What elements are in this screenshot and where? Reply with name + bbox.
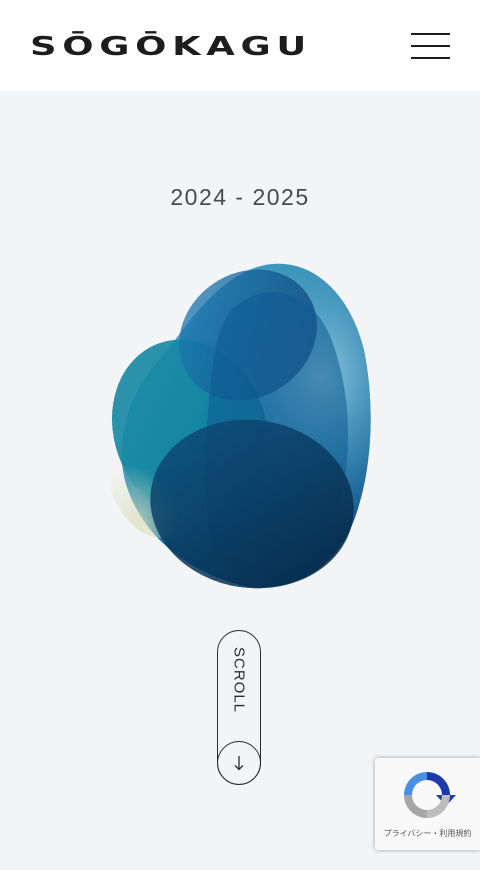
year-range: 2024 - 2025: [170, 184, 310, 210]
site-logo[interactable]: SŌGŌKAGU: [30, 31, 312, 57]
menu-button[interactable]: [404, 26, 458, 66]
scroll-label: SCROLL: [230, 647, 248, 714]
recaptcha-icon: [404, 772, 456, 818]
recaptcha-badge[interactable]: プライバシー・利用規約: [375, 758, 480, 850]
abstract-blob-graphic: [107, 263, 371, 589]
logo-text: SŌGŌKAGU: [30, 31, 312, 57]
terms-link[interactable]: 利用規約: [439, 829, 471, 838]
arrow-down-icon: [234, 756, 244, 771]
site-header: SŌGŌKAGU: [0, 0, 480, 91]
scroll-circle[interactable]: [216, 741, 261, 785]
scroll-indicator[interactable]: SCROLL: [216, 630, 261, 785]
privacy-link[interactable]: プライバシー: [384, 829, 432, 838]
recaptcha-links: プライバシー・利用規約: [375, 828, 480, 839]
